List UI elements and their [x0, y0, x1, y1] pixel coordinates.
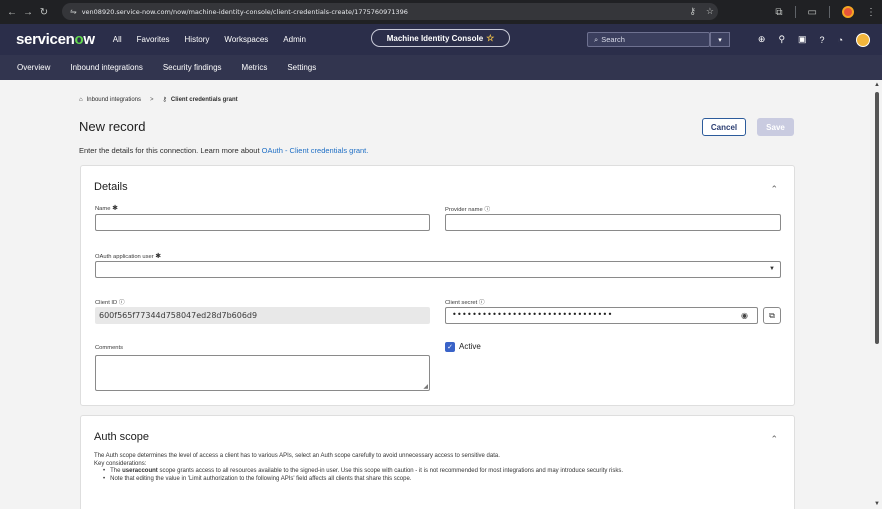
search-scope-dropdown[interactable]: ▾	[710, 32, 730, 47]
app-sub-navigation: Overview Inbound integrations Security f…	[0, 55, 882, 80]
comments-label: Comments	[95, 345, 124, 351]
bookmark-star-icon[interactable]: ☆	[706, 6, 714, 17]
app-pill-label: Machine Identity Console	[386, 33, 484, 43]
header-icons: ⊕ ⚲ ▣ ? ◔	[758, 24, 870, 55]
cancel-button[interactable]: Cancel	[702, 118, 746, 136]
main-content: ⌂ Inbound integrations > ⚷ Client creden…	[0, 80, 872, 509]
oauth-user-label: OAuth application user ✱	[95, 253, 162, 260]
globe-icon[interactable]: ⊕	[758, 34, 766, 45]
scroll-up-icon[interactable]: ▲	[874, 82, 880, 88]
side-panel-icon[interactable]: ▭	[808, 7, 817, 18]
menu-admin[interactable]: Admin	[283, 35, 306, 44]
active-label: Active	[459, 342, 481, 351]
notifications-bell-icon[interactable]: ◔	[838, 35, 843, 45]
tab-metrics[interactable]: Metrics	[242, 63, 268, 72]
toolbar-divider	[829, 6, 830, 18]
menu-all[interactable]: All	[113, 35, 122, 44]
info-icon: ⓘ	[484, 207, 491, 213]
client-secret-label: Client secret ⓘ	[445, 300, 485, 306]
page-title: New record	[79, 119, 146, 134]
auth-scope-card: Auth scope ⌃ The Auth scope determines t…	[80, 415, 795, 509]
resize-handle-icon[interactable]: ◢	[423, 383, 428, 390]
list-item: • Note that editing the value in 'Limit a…	[103, 475, 412, 482]
menu-history[interactable]: History	[185, 35, 210, 44]
global-search-input[interactable]: ⌕ Search	[587, 32, 710, 47]
show-password-eye-icon[interactable]: ◉	[741, 311, 748, 320]
client-id-value: 600f565f77344d758047ed28d7b606d9	[95, 307, 430, 324]
profile-avatar[interactable]	[842, 6, 854, 18]
site-info-icon[interactable]: ⇋	[70, 7, 77, 16]
breadcrumb-separator: >	[150, 96, 154, 103]
tab-inbound-integrations[interactable]: Inbound integrations	[70, 63, 143, 72]
client-secret-mask: ••••••••••••••••••••••••••••••••	[452, 310, 613, 319]
copy-icon: ⧉	[769, 310, 775, 320]
auth-scope-description: The Auth scope determines the level of a…	[94, 453, 500, 467]
intro-text: Enter the details for this connection. L…	[79, 146, 369, 155]
provider-name-label: Provider name ⓘ	[445, 207, 491, 213]
password-key-icon[interactable]: ⚷	[689, 6, 696, 17]
menu-favorites[interactable]: Favorites	[137, 35, 170, 44]
extensions-icon[interactable]: ⧉	[775, 7, 782, 18]
tab-settings[interactable]: Settings	[287, 63, 316, 72]
key-icon: ⚷	[162, 97, 167, 103]
app-context-pill[interactable]: Machine Identity Console ☆	[371, 29, 510, 47]
collapse-chevron-icon[interactable]: ⌃	[770, 434, 778, 445]
breadcrumb-current: Client credentials grant	[170, 96, 238, 103]
collapse-chevron-icon[interactable]: ⌃	[770, 184, 778, 195]
client-id-label: Client ID ⓘ	[95, 300, 125, 306]
browser-menu-icon[interactable]: ⋮	[866, 7, 876, 18]
tab-overview[interactable]: Overview	[17, 63, 50, 72]
address-bar[interactable]: ⇋ ven08920.service-now.com/now/machine-i…	[62, 3, 718, 20]
url-text: ven08920.service-now.com/now/machine-ide…	[81, 7, 408, 16]
tab-security-findings[interactable]: Security findings	[163, 63, 222, 72]
servicenow-logo[interactable]: servicenow	[16, 31, 95, 48]
info-icon: ⓘ	[118, 300, 125, 306]
chat-icon[interactable]: ▣	[798, 34, 807, 45]
list-item: • The useraccount scope grants access to …	[103, 468, 624, 474]
main-menu: All Favorites History Workspaces Admin	[113, 35, 306, 44]
copy-secret-button[interactable]: ⧉	[763, 307, 781, 324]
comments-textarea[interactable]: ◢	[95, 355, 430, 391]
servicenow-header: servicenow All Favorites History Workspa…	[0, 24, 882, 55]
details-card: Details ⌃ Name ✱ Provider name ⓘ OAuth a…	[80, 165, 795, 406]
connect-icon[interactable]: ⚲	[778, 34, 785, 45]
home-icon: ⌂	[79, 96, 83, 103]
menu-workspaces[interactable]: Workspaces	[224, 35, 268, 44]
dropdown-caret-icon: ▼	[769, 266, 775, 272]
required-asterisk-icon: ✱	[155, 253, 162, 260]
search-icon: ⌕	[594, 34, 599, 44]
favorite-star-icon[interactable]: ☆	[486, 33, 494, 44]
browser-toolbar: ← → ↻ ⇋ ven08920.service-now.com/now/mac…	[0, 0, 882, 24]
name-input[interactable]	[95, 214, 430, 231]
breadcrumb-parent[interactable]: Inbound integrations	[87, 97, 141, 103]
help-icon[interactable]: ?	[820, 35, 825, 45]
scroll-thumb[interactable]	[875, 92, 879, 344]
scroll-down-icon[interactable]: ▼	[874, 501, 880, 507]
search-placeholder: Search	[601, 35, 625, 44]
oauth-doc-link[interactable]: OAuth - Client credentials grant.	[262, 146, 369, 155]
toolbar-divider	[794, 6, 796, 18]
auth-scope-heading: Auth scope	[94, 431, 150, 443]
oauth-user-select[interactable]: ▼	[95, 261, 781, 278]
breadcrumb: ⌂ Inbound integrations > ⚷ Client creden…	[79, 96, 238, 104]
back-icon[interactable]: ←	[4, 7, 20, 18]
forward-icon[interactable]: →	[20, 7, 36, 18]
save-button[interactable]: Save	[757, 118, 794, 136]
provider-name-input[interactable]	[445, 214, 781, 231]
info-icon: ⓘ	[478, 300, 485, 306]
client-secret-input[interactable]: •••••••••••••••••••••••••••••••• ◉	[445, 307, 758, 324]
active-checkbox[interactable]: ✓	[445, 342, 455, 352]
auth-considerations-list: • The useraccount scope grants access to …	[103, 468, 783, 483]
name-label: Name ✱	[95, 205, 118, 212]
user-avatar[interactable]	[856, 32, 870, 47]
required-asterisk-icon: ✱	[112, 205, 118, 212]
page-scrollbar[interactable]: ▲ ▼	[872, 80, 882, 509]
details-heading: Details	[94, 181, 128, 193]
reload-icon[interactable]: ↻	[36, 7, 52, 18]
